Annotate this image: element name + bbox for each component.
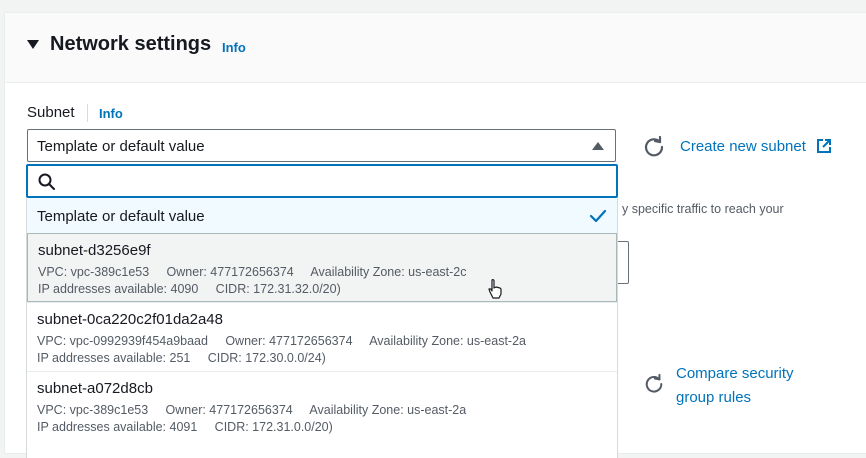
section-title: Network settings <box>50 33 212 55</box>
caret-up-icon <box>592 142 604 150</box>
option-details-ip: IP addresses available: 251 CIDR: 172.30… <box>37 351 326 365</box>
option-subnet-0ca220c2f01da2a48[interactable]: subnet-0ca220c2f01da2a48 VPC: vpc-099293… <box>27 302 617 371</box>
refresh-icon[interactable] <box>643 136 665 158</box>
option-details-vpc: VPC: vpc-389c1e53 Owner: 477172656374 Av… <box>38 265 467 279</box>
option-template-default[interactable]: Template or default value <box>27 198 617 233</box>
label-divider <box>87 104 88 122</box>
subnet-dropdown-list: Template or default value subnet-d3256e9… <box>26 198 618 458</box>
subnet-select-value: Template or default value <box>37 138 205 155</box>
subnet-select[interactable]: Template or default value <box>27 129 616 162</box>
subnet-search-input[interactable] <box>26 164 618 198</box>
option-subnet-a072d8cb[interactable]: subnet-a072d8cb VPC: vpc-389c1e53 Owner:… <box>27 371 617 440</box>
subnet-info-link[interactable]: Info <box>99 106 123 121</box>
panel-header: Network settings Info <box>5 13 866 83</box>
option-details-vpc: VPC: vpc-389c1e53 Owner: 477172656374 Av… <box>37 403 467 417</box>
compare-security-group-rules-link[interactable]: Compare security group rules <box>676 362 816 410</box>
create-new-subnet-link[interactable]: Create new subnet <box>680 138 806 155</box>
option-details-ip: IP addresses available: 4090 CIDR: 172.3… <box>38 282 341 296</box>
collapse-caret-icon[interactable] <box>27 40 39 49</box>
mouse-cursor-icon <box>488 278 502 299</box>
option-subnet-d3256e9f[interactable]: subnet-d3256e9f VPC: vpc-389c1e53 Owner:… <box>27 233 617 302</box>
option-name: Template or default value <box>37 208 205 225</box>
external-link-icon[interactable] <box>816 138 832 154</box>
refresh-icon[interactable] <box>644 374 664 394</box>
section-info-link[interactable]: Info <box>222 40 246 55</box>
subnet-label: Subnet <box>27 104 75 121</box>
option-name: subnet-0ca220c2f01da2a48 <box>37 311 223 328</box>
option-name: subnet-d3256e9f <box>38 242 151 259</box>
check-icon <box>589 209 607 223</box>
option-details-vpc: VPC: vpc-0992939f454a9baad Owner: 477172… <box>37 334 526 348</box>
option-details-ip: IP addresses available: 4091 CIDR: 172.3… <box>37 420 333 434</box>
option-name: subnet-a072d8cb <box>37 380 153 397</box>
search-icon <box>38 173 55 190</box>
security-group-description: y specific traffic to reach your <box>622 202 784 216</box>
